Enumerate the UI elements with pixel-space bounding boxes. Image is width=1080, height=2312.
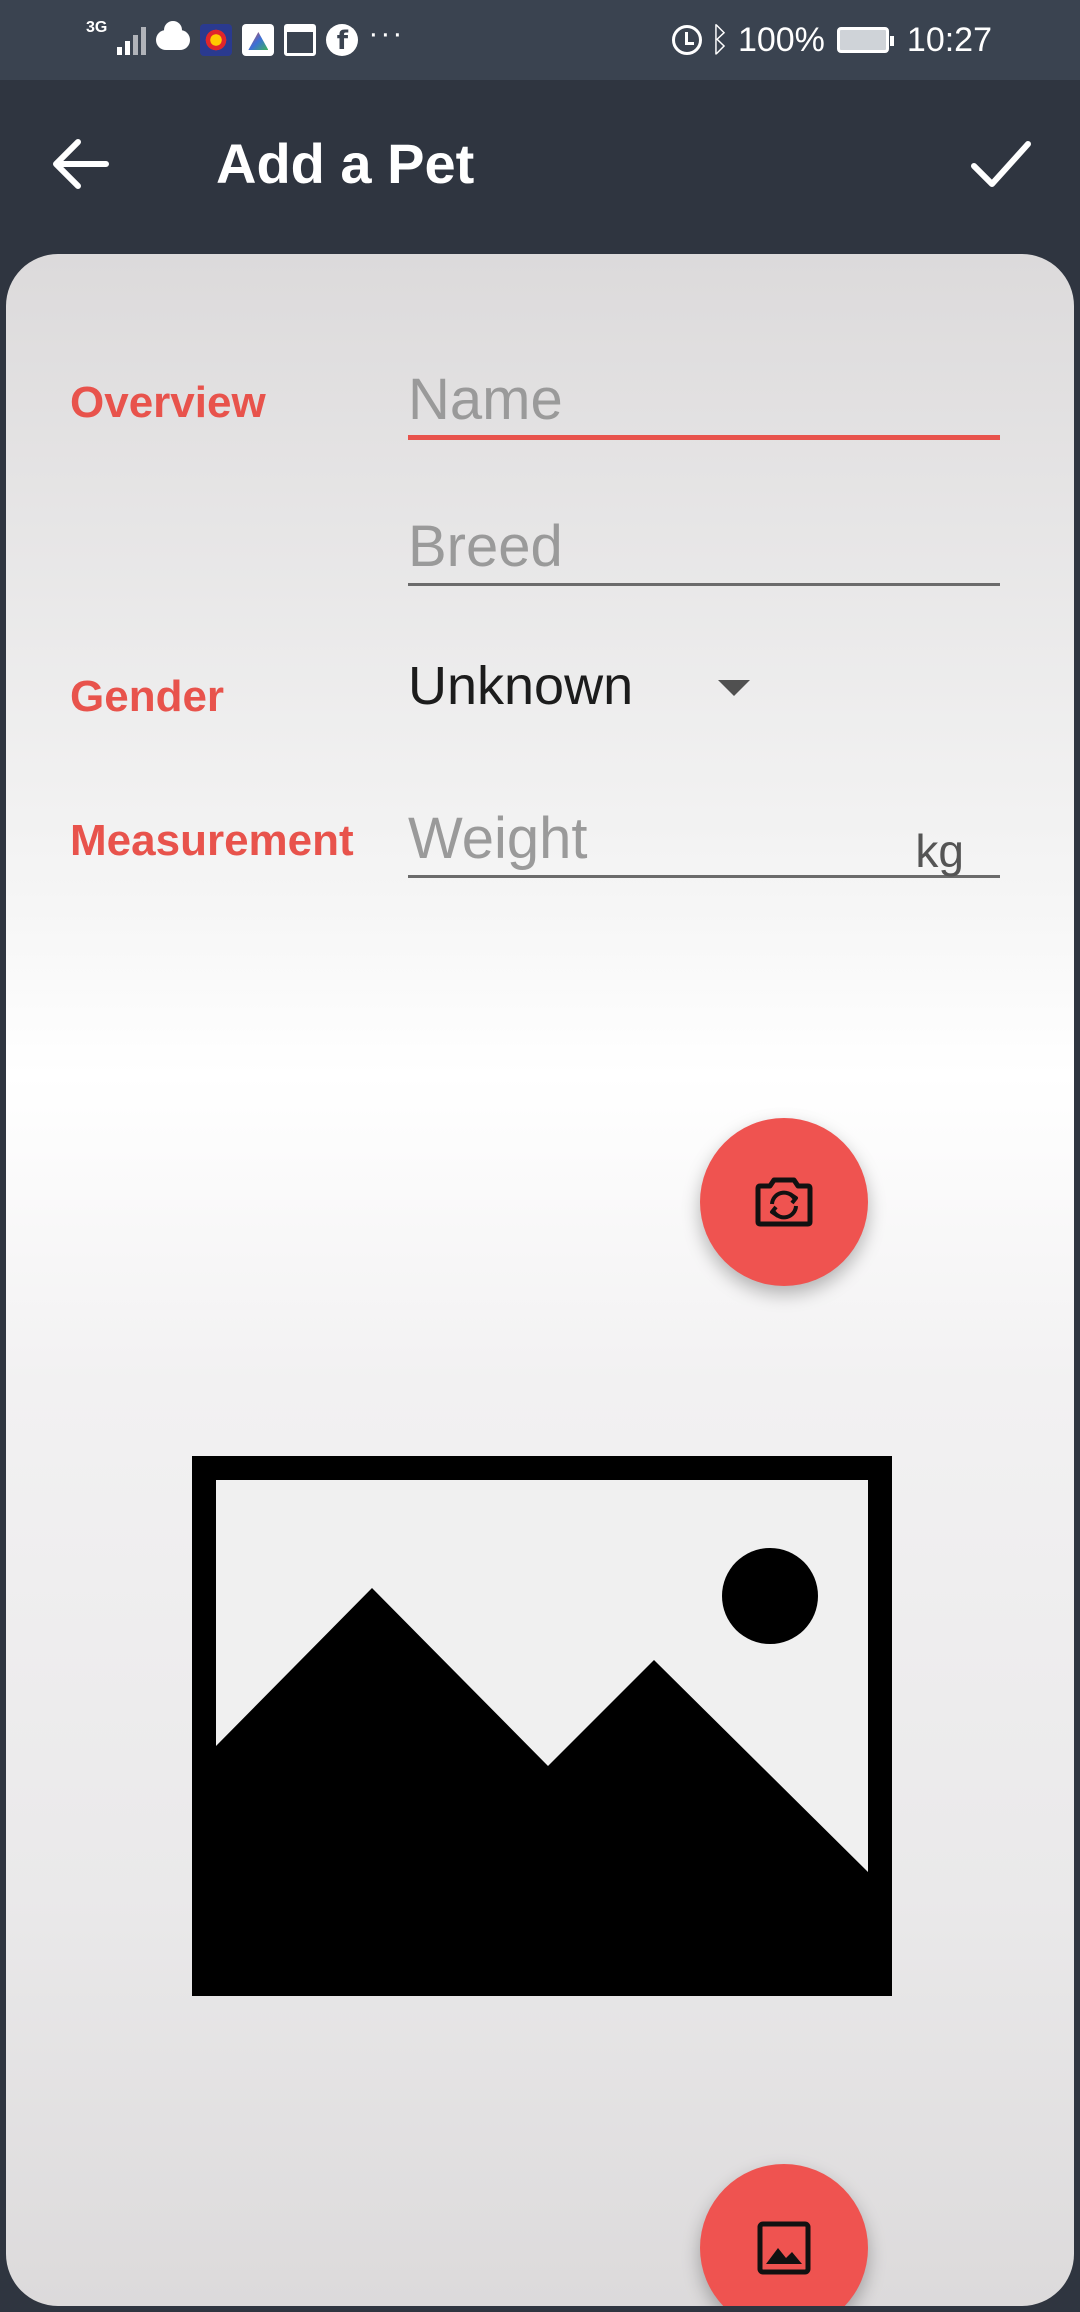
notification-icons: 3G f ···: [86, 17, 405, 62]
image-icon: [757, 2221, 811, 2275]
alarm-icon: [671, 25, 702, 55]
measurement-label: Measurement: [70, 816, 354, 865]
save-button[interactable]: [960, 124, 1040, 204]
bluetooth-icon: ᛒ: [709, 20, 730, 60]
dropdown-arrow-icon: [718, 680, 750, 696]
overview-label: Overview: [70, 378, 266, 427]
pet-form-card: Overview Gender Unknown Measurement kg: [6, 254, 1074, 2306]
battery-icon: [836, 27, 894, 53]
name-field[interactable]: [408, 364, 1000, 440]
breed-field[interactable]: [408, 510, 1000, 586]
camera-switch-icon: [755, 1177, 813, 1227]
clock: 10:27: [906, 20, 992, 59]
facebook-icon: f: [326, 24, 359, 56]
battery-percent: 100%: [737, 20, 825, 59]
weight-unit: kg: [915, 825, 964, 877]
app-notification-icon: [242, 24, 275, 56]
name-input[interactable]: [408, 364, 1000, 435]
network-type: 3G: [86, 19, 108, 36]
app-notification-icon: [200, 24, 233, 56]
image-placeholder-icon: [192, 1456, 892, 1996]
weight-input[interactable]: [408, 802, 1000, 875]
gender-label: Gender: [70, 672, 225, 721]
signal-icon: [117, 25, 147, 55]
choose-from-gallery-button[interactable]: [700, 2164, 868, 2306]
arrow-left-icon: [53, 139, 109, 189]
calendar-icon: [284, 24, 317, 56]
weight-field[interactable]: kg: [408, 802, 1000, 878]
gender-value: Unknown: [408, 656, 634, 716]
take-photo-button[interactable]: [700, 1118, 868, 1286]
status-bar: 3G f ··· ᛒ 100% 10:27: [0, 0, 1080, 80]
check-icon: [971, 141, 1031, 187]
gender-dropdown[interactable]: Unknown: [408, 646, 768, 726]
page-title: Add a Pet: [216, 132, 475, 195]
breed-input[interactable]: [408, 510, 1000, 583]
cloud-icon: [156, 21, 191, 50]
app-bar: Add a Pet: [0, 80, 1080, 248]
system-icons: ᛒ 100% 10:27: [671, 18, 992, 62]
back-button[interactable]: [40, 124, 120, 204]
more-notifications-icon: ···: [368, 17, 405, 50]
